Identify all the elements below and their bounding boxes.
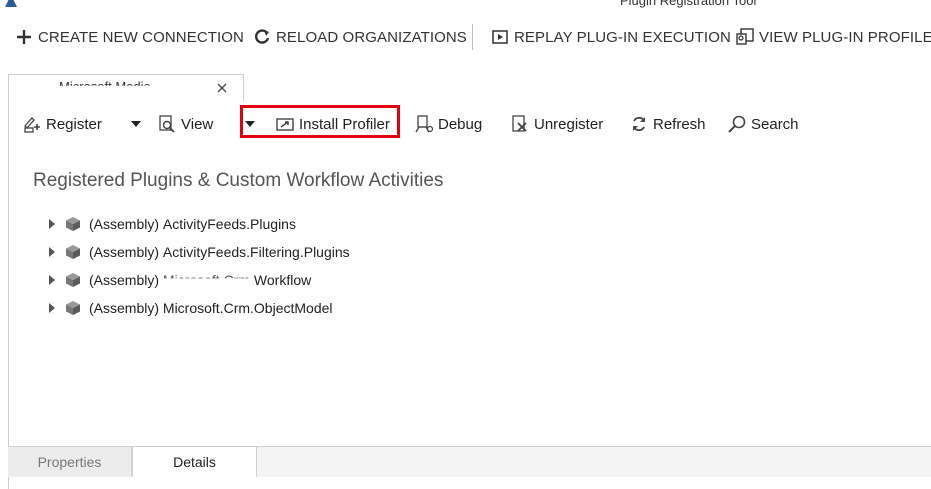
create-connection-button[interactable]: CREATE NEW CONNECTION <box>14 26 244 48</box>
assembly-icon <box>64 215 82 233</box>
assembly-icon <box>64 271 82 289</box>
expand-arrow-icon[interactable] <box>44 272 60 288</box>
document-tab[interactable]: Microsoft Media <box>8 74 244 102</box>
view-button[interactable]: View <box>157 112 213 136</box>
refresh-button[interactable]: Refresh <box>629 112 706 136</box>
plus-icon <box>14 27 34 47</box>
replay-icon <box>490 27 510 47</box>
plugin-toolbar: Register View Install Profiler Debug Unr… <box>0 104 931 142</box>
assembly-name: ActivityFeeds.Plugins <box>162 216 296 232</box>
install-profiler-highlight <box>240 105 400 138</box>
title-bar: Plugin Registration Tool <box>0 0 931 10</box>
view-profile-label: VIEW PLUG-IN PROFILE <box>759 28 931 46</box>
assembly-tree-item[interactable]: (Assembly) ActivityFeeds.Plugins <box>44 212 296 236</box>
reload-organizations-button[interactable]: RELOAD ORGANIZATIONS <box>252 26 467 48</box>
register-button[interactable]: Register <box>22 112 102 136</box>
expand-arrow-icon[interactable] <box>44 216 60 232</box>
assembly-icon <box>64 243 82 261</box>
assembly-tree-item[interactable]: (Assembly) ActivityFeeds.Filtering.Plugi… <box>44 240 350 264</box>
toolbar-separator <box>472 24 473 50</box>
assembly-name: Workflow <box>253 272 312 288</box>
tab-properties[interactable]: Properties <box>8 447 132 476</box>
app-logo-icon <box>4 0 18 8</box>
assembly-prefix: (Assembly) <box>89 216 160 232</box>
assembly-icon <box>64 299 82 317</box>
tab-details[interactable]: Details <box>132 447 257 477</box>
document-tabstrip: Microsoft Media <box>8 74 931 102</box>
expand-arrow-icon[interactable] <box>44 244 60 260</box>
assembly-prefix: (Assembly) <box>89 244 160 260</box>
expand-arrow-icon[interactable] <box>44 300 60 316</box>
register-label: Register <box>46 115 102 133</box>
assembly-name-obscured: Microsoft.Crm. <box>162 272 254 288</box>
bottom-tab-bar: Properties Details <box>8 446 931 477</box>
refresh-icon <box>629 114 649 134</box>
debug-label: Debug <box>438 115 483 133</box>
search-button[interactable]: Search <box>727 112 799 136</box>
register-icon <box>22 114 42 134</box>
unregister-button[interactable]: Unregister <box>510 112 603 136</box>
unregister-label: Unregister <box>534 115 604 133</box>
reload-organizations-label: RELOAD ORGANIZATIONS <box>276 28 467 46</box>
debug-button[interactable]: Debug <box>414 112 482 136</box>
assembly-prefix: (Assembly) <box>89 272 160 288</box>
replay-execution-button[interactable]: REPLAY PLUG-IN EXECUTION <box>490 26 731 48</box>
search-icon <box>727 114 747 134</box>
assembly-name: ActivityFeeds.Filtering.Plugins <box>162 244 350 260</box>
unregister-icon <box>510 114 530 134</box>
window-title: Plugin Registration Tool <box>620 0 757 8</box>
view-profile-button[interactable]: VIEW PLUG-IN PROFILE <box>735 26 931 48</box>
register-dropdown-arrow-icon[interactable] <box>128 112 144 136</box>
assembly-name: Microsoft.Crm.ObjectModel <box>162 300 333 316</box>
view-icon <box>157 114 177 134</box>
main-toolbar: CREATE NEW CONNECTION RELOAD ORGANIZATIO… <box>0 16 931 56</box>
close-icon[interactable] <box>215 81 229 95</box>
view-profile-icon <box>735 27 755 47</box>
create-connection-label: CREATE NEW CONNECTION <box>38 28 244 46</box>
search-label: Search <box>751 115 799 133</box>
refresh-label: Refresh <box>653 115 706 133</box>
assembly-tree-item[interactable]: (Assembly) Microsoft.Crm.ObjectModel <box>44 296 333 320</box>
document-tab-label: Microsoft Media <box>59 79 151 94</box>
replay-execution-label: REPLAY PLUG-IN EXECUTION <box>514 28 731 46</box>
assembly-tree-item[interactable]: (Assembly) Microsoft.Crm. Workflow <box>44 268 311 292</box>
reload-icon <box>252 27 272 47</box>
connection-panel <box>8 101 931 489</box>
view-label: View <box>181 115 214 133</box>
debug-icon <box>414 114 434 134</box>
section-title: Registered Plugins & Custom Workflow Act… <box>33 170 444 191</box>
assembly-prefix: (Assembly) <box>89 300 160 316</box>
